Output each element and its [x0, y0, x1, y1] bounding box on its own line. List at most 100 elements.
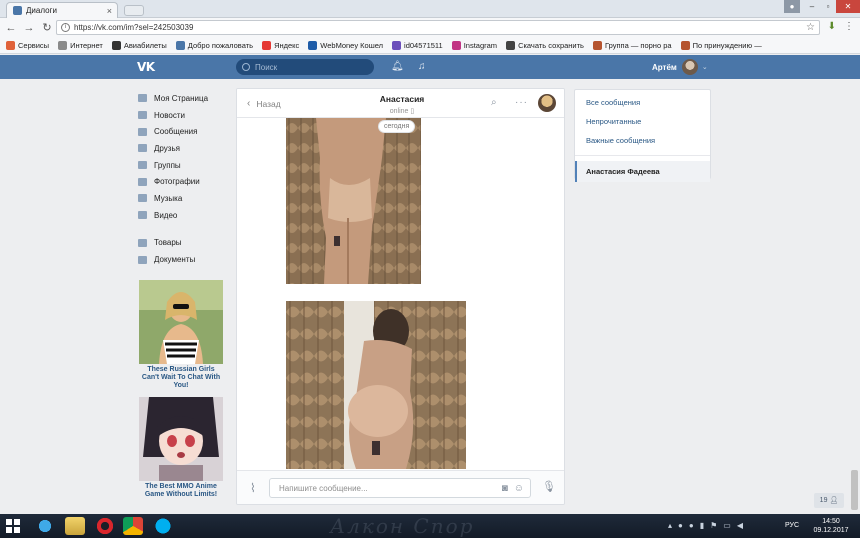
- extension-icon[interactable]: ⬇: [828, 21, 836, 32]
- menu-icon[interactable]: ⋮: [844, 21, 854, 32]
- bookmark-item[interactable]: Группа — порно ра: [592, 41, 672, 50]
- tray-battery-icon[interactable]: ▭: [723, 521, 731, 530]
- bookmark-label[interactable]: Instagram: [464, 41, 497, 50]
- back-button[interactable]: ‹ Назад: [247, 98, 281, 109]
- attach-paperclip-icon[interactable]: ⌇: [250, 481, 256, 495]
- sidebar-item[interactable]: Документы: [138, 251, 228, 268]
- bookmark-item[interactable]: По принуждению —: [680, 41, 762, 50]
- sidebar-item-label[interactable]: Фотографии: [154, 177, 200, 186]
- forward-arrow-icon[interactable]: →: [22, 21, 36, 35]
- bookmark-label[interactable]: WebMoney Кошел: [320, 41, 383, 50]
- ad-caption-2[interactable]: The Best MMO Anime Game Without Limits!: [139, 483, 223, 499]
- browser-tab[interactable]: Диалоги ×: [6, 2, 118, 18]
- bookmark-item[interactable]: Сервисы: [6, 41, 49, 50]
- message-photo-1[interactable]: [286, 118, 421, 284]
- sidebar-item-label[interactable]: Документы: [154, 255, 195, 264]
- url-text[interactable]: https://vk.com/im?sel=242503039: [74, 23, 806, 32]
- restore-icon[interactable]: ▫: [820, 0, 836, 13]
- bookmark-item[interactable]: Интернет: [58, 41, 103, 50]
- tab-close-icon[interactable]: ×: [107, 6, 112, 16]
- peer-info[interactable]: Анастасия online ▯: [347, 94, 457, 115]
- sidebar-item-label[interactable]: Группы: [154, 161, 181, 170]
- sidebar-item-label[interactable]: Товары: [154, 238, 182, 247]
- search-input[interactable]: [255, 62, 355, 72]
- folder-important[interactable]: Важные сообщения: [575, 131, 710, 150]
- sidebar-item-label[interactable]: Моя Страница: [154, 94, 208, 103]
- ad-block-2[interactable]: The Best MMO Anime Game Without Limits!: [139, 397, 223, 499]
- microphone-icon[interactable]: 🎙︎: [542, 480, 556, 493]
- sidebar-item[interactable]: Моя Страница: [138, 90, 228, 107]
- bookmark-label[interactable]: Интернет: [70, 41, 103, 50]
- vk-search[interactable]: [236, 59, 374, 75]
- bookmark-label[interactable]: id04571511: [404, 41, 443, 50]
- bookmark-label[interactable]: По принуждению —: [693, 41, 762, 50]
- active-dialog[interactable]: Анастасия Фадеева: [575, 161, 710, 182]
- message-photo-2[interactable]: [286, 301, 466, 469]
- peer-name[interactable]: Анастасия: [347, 94, 457, 104]
- online-friends-counter[interactable]: 19 👤︎: [814, 493, 844, 508]
- sidebar-item-label[interactable]: Друзья: [154, 144, 180, 153]
- sidebar-item[interactable]: Группы: [138, 157, 228, 174]
- bookmark-label[interactable]: Авиабилеты: [124, 41, 167, 50]
- folder-unread[interactable]: Непрочитанные: [575, 112, 710, 131]
- bookmark-item[interactable]: Добро пожаловать: [175, 41, 253, 50]
- scrollbar-thumb[interactable]: [851, 470, 858, 510]
- clock[interactable]: 14:50 09.12.2017: [809, 517, 853, 535]
- message-input[interactable]: [279, 483, 502, 493]
- tray-network-icon[interactable]: ▮: [700, 521, 704, 530]
- peer-avatar[interactable]: [538, 94, 556, 112]
- emoji-icon[interactable]: ☺: [514, 483, 524, 494]
- sidebar-item-label[interactable]: Сообщения: [154, 127, 197, 136]
- tray-flag-icon[interactable]: ⚑: [710, 521, 717, 530]
- ad-image-2[interactable]: [139, 397, 223, 481]
- sidebar-item-label[interactable]: Видео: [154, 211, 177, 220]
- opera-icon[interactable]: [95, 517, 115, 535]
- bookmark-label[interactable]: Яндекс: [274, 41, 299, 50]
- chrome-icon[interactable]: [123, 517, 143, 535]
- folder-all-messages[interactable]: Все сообщения: [575, 93, 710, 112]
- close-icon[interactable]: ✕: [836, 0, 860, 13]
- user-avatar[interactable]: [681, 59, 698, 75]
- profile-menu[interactable]: Артём ⌄: [652, 59, 708, 75]
- sidebar-item[interactable]: Товары: [138, 235, 228, 252]
- ad-image-1[interactable]: [139, 280, 223, 364]
- tray-app-icon[interactable]: ●: [689, 521, 694, 530]
- notifications-bell-icon[interactable]: 🔔︎: [391, 61, 404, 72]
- user-name[interactable]: Артём: [652, 63, 677, 72]
- sidebar-item[interactable]: Фотографии: [138, 173, 228, 190]
- language-indicator[interactable]: РУС: [785, 522, 799, 529]
- ad-block-1[interactable]: These Russian Girls Can't Wait To Chat W…: [139, 280, 223, 390]
- skype-icon[interactable]: [153, 517, 173, 535]
- bookmark-item[interactable]: Instagram: [451, 41, 497, 50]
- music-note-icon[interactable]: ♫: [418, 61, 426, 72]
- bookmark-label[interactable]: Сервисы: [18, 41, 49, 50]
- more-options-icon[interactable]: ···: [515, 97, 528, 108]
- bookmark-item[interactable]: id04571511: [392, 41, 443, 50]
- bookmark-item[interactable]: Авиабилеты: [111, 41, 167, 50]
- sidebar-item-label[interactable]: Новости: [154, 111, 185, 120]
- sidebar-item[interactable]: Новости: [138, 107, 228, 124]
- sidebar-item-label[interactable]: Музыка: [154, 194, 182, 203]
- ad-caption-1[interactable]: These Russian Girls Can't Wait To Chat W…: [139, 366, 223, 390]
- message-input-box[interactable]: ◙ ☺: [269, 478, 531, 498]
- tray-volume-icon[interactable]: ◀: [737, 521, 743, 530]
- back-label[interactable]: Назад: [256, 99, 280, 109]
- bookmark-label[interactable]: Добро пожаловать: [188, 41, 253, 50]
- reload-icon[interactable]: ↻: [40, 21, 54, 35]
- internet-explorer-icon[interactable]: [35, 517, 55, 535]
- sidebar-item[interactable]: Друзья: [138, 140, 228, 157]
- sidebar-item[interactable]: Музыка: [138, 190, 228, 207]
- bookmark-item[interactable]: Скачать сохранить: [506, 41, 584, 50]
- bookmark-star-icon[interactable]: ☆: [806, 22, 815, 33]
- back-arrow-icon[interactable]: ←: [4, 21, 18, 35]
- bookmark-item[interactable]: Яндекс: [262, 41, 299, 50]
- info-icon[interactable]: i: [61, 23, 70, 32]
- bookmark-item[interactable]: WebMoney Кошел: [308, 41, 383, 50]
- new-tab-button[interactable]: [124, 5, 144, 16]
- tray-up-arrow-icon[interactable]: ▴: [668, 521, 672, 530]
- sidebar-item[interactable]: Сообщения: [138, 123, 228, 140]
- bookmark-label[interactable]: Группа — порно ра: [605, 41, 672, 50]
- camera-icon[interactable]: ◙: [502, 483, 508, 494]
- vk-logo[interactable]: VK: [137, 60, 155, 74]
- file-explorer-icon[interactable]: [65, 517, 85, 535]
